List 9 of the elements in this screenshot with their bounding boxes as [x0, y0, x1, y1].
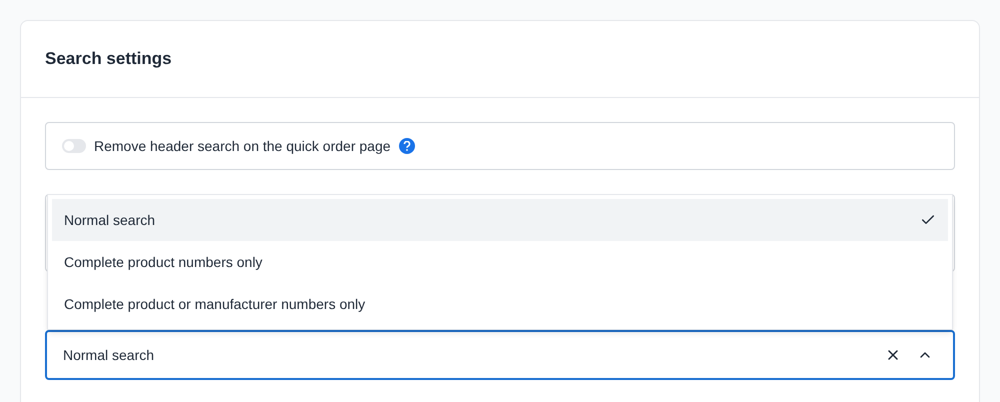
select-value: Normal search — [63, 346, 156, 364]
toggle-switch[interactable] — [62, 139, 86, 153]
dropdown-option[interactable]: Complete product numbers only — [52, 241, 948, 283]
card-title: Search settings — [45, 48, 172, 70]
dropdown-option[interactable]: Complete product or manufacturer numbers only — [52, 283, 948, 325]
dropdown-option[interactable]: Normal search — [52, 199, 948, 241]
help-icon[interactable] — [398, 138, 415, 154]
search-mode-select[interactable]: Normal search — [45, 330, 955, 380]
toggle-label: Remove header search on the quick order page — [94, 136, 391, 156]
